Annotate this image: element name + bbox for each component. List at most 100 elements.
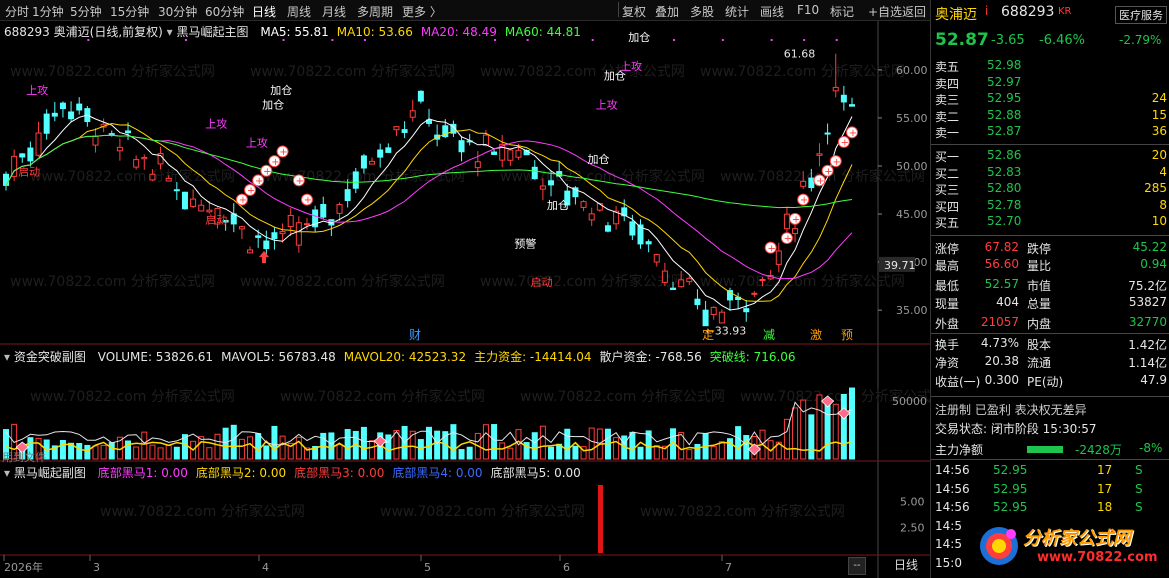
asks-level-row[interactable]: 卖五 52.98 [935, 58, 1167, 75]
watermark-text: www.70822.com 分析家公式网 [30, 168, 235, 185]
candle-body [645, 241, 652, 245]
chart-svg[interactable]: www.70822.com 分析家公式网 www.70822.com 分析家公式网… [0, 21, 930, 578]
quote-title: 奥浦迈 i 688293 KR 医疗服务 [935, 4, 1167, 24]
event-flag[interactable]: 激 [810, 328, 822, 342]
quote-stock-code: 688293 [1001, 4, 1055, 20]
event-flag[interactable]: 财 [409, 328, 421, 342]
price-tick-label: 55.00 [896, 112, 928, 125]
tick-row[interactable]: 14:56 52.95 17 S [935, 463, 1167, 480]
asks-level-row[interactable]: 卖一 52.87 36 [935, 124, 1167, 141]
chart-area[interactable]: www.70822.com 分析家公式网 www.70822.com 分析家公式网… [0, 21, 930, 578]
formula-dropdown-icon[interactable]: ▾ [4, 350, 10, 364]
volume-bar [92, 445, 99, 460]
candle-body [417, 90, 424, 102]
period-tab[interactable]: 日线 [252, 3, 276, 20]
period-tab[interactable]: 5分钟 [70, 3, 102, 20]
bids-level-row[interactable]: 买二 52.83 4 [935, 165, 1167, 182]
formula-dropdown-icon[interactable]: ▾ [167, 25, 173, 39]
volume-bar [840, 394, 847, 460]
candle-body [653, 253, 660, 263]
candle-body [263, 240, 270, 250]
period-tab[interactable]: 30分钟 [158, 3, 197, 20]
toolbar-action-button[interactable]: 标记 [830, 3, 854, 20]
volume-bar [230, 424, 237, 460]
toolbar-action-button[interactable]: 多股 [690, 3, 714, 20]
sub1-formula-name[interactable]: 资金突破副图 [14, 350, 86, 364]
stat-value: 52.57 [984, 277, 1019, 291]
event-flag[interactable]: 定 [702, 327, 714, 342]
candle-body [808, 177, 815, 189]
ma-line-20 [5, 134, 853, 280]
bids-level-row[interactable]: 买一 52.86 20 [935, 148, 1167, 165]
toolbar-action-button[interactable]: 画线 [760, 3, 784, 20]
period-button[interactable]: 日线 [884, 557, 928, 573]
toolbar-action-button[interactable]: +自选 [868, 3, 902, 20]
info-icon[interactable]: i [985, 4, 988, 18]
bids-level-row[interactable]: 买四 52.78 8 [935, 198, 1167, 215]
asks-level-row[interactable]: 卖三 52.95 24 [935, 91, 1167, 108]
candle-body [515, 149, 522, 158]
period-tab[interactable]: 多周期 [357, 3, 393, 20]
bids-level-label: 买一 [935, 150, 960, 164]
period-tab[interactable]: 周线 [287, 3, 311, 20]
toolbar-action-button[interactable]: 返回 [902, 3, 926, 20]
sub2-legend-item: 底部黑马4: 0.00 [392, 466, 483, 480]
watermark-text: www.70822.com 分析家公式网 [480, 63, 685, 80]
asks-level-row[interactable]: 卖二 52.88 15 [935, 108, 1167, 125]
sector-button[interactable]: 医疗服务 [1115, 6, 1167, 24]
volume-bar [360, 426, 367, 460]
candle-body [141, 156, 148, 160]
watermark-text: www.70822.com 分析家公式网 [240, 273, 445, 290]
period-tab[interactable]: 月线 [322, 3, 346, 20]
time-axis-label: 6 [563, 561, 570, 574]
candle-body [51, 112, 58, 117]
stat-value: 32770 [1128, 315, 1167, 329]
main-flow-bar [1027, 446, 1063, 453]
stat-value: 75.2亿 [1128, 279, 1167, 293]
volume-bar [214, 433, 221, 460]
volume-bar [482, 424, 489, 460]
buy-point-icon: + [833, 157, 841, 168]
toolbar-action-button[interactable]: 叠加 [655, 3, 679, 20]
watermark-text: www.70822.com 分析家公式网 [480, 273, 685, 290]
period-tab[interactable]: 更多 〉 [402, 3, 442, 20]
asks-level-volume: 36 [1151, 124, 1167, 138]
bids-level-price: 52.70 [987, 214, 1022, 228]
event-flag[interactable]: 减 [763, 328, 775, 342]
logo-url: www.70822.com [1037, 550, 1158, 565]
asks-level-row[interactable]: 卖四 52.97 [935, 75, 1167, 92]
zoom-out-button[interactable]: -- [848, 557, 866, 575]
stat-value: 56.60 [984, 257, 1019, 271]
stat-label: 内盘 [1027, 317, 1052, 331]
candle-body [539, 185, 546, 190]
tick-row[interactable]: 14:56 52.95 17 S [935, 482, 1167, 499]
bids-level-volume: 10 [1151, 214, 1167, 228]
stat-label: 跌停 [1027, 242, 1052, 256]
bids-level-volume: 20 [1151, 148, 1167, 162]
volume-bar [718, 441, 725, 460]
buy-point-icon: + [239, 195, 247, 206]
volume-bar [450, 424, 457, 460]
volume-bar [108, 442, 115, 460]
stat-row: 现量 404 总量 53827 [935, 295, 1167, 312]
volume-bar [434, 430, 441, 460]
tick-time: 14:56 [935, 500, 970, 514]
main-formula-name[interactable]: 黑马崛起主图 [177, 25, 249, 39]
toolbar-action-button[interactable]: 复权 [622, 3, 646, 20]
volume-bar [735, 426, 742, 460]
tick-row[interactable]: 14:56 52.95 18 S [935, 500, 1167, 517]
period-tab[interactable]: 分时 [5, 3, 29, 20]
formula-dropdown-icon[interactable]: ▾ [4, 466, 10, 480]
sub2-formula-name[interactable]: 黑马崛起副图 [14, 466, 86, 480]
bids-level-row[interactable]: 买五 52.70 10 [935, 214, 1167, 231]
stat-label: 外盘 [935, 317, 960, 331]
signal-label: 加仓 [547, 198, 569, 212]
period-tab[interactable]: 15分钟 [110, 3, 149, 20]
period-tab[interactable]: 60分钟 [205, 3, 244, 20]
event-flag[interactable]: 预 [841, 328, 853, 342]
toolbar-action-button[interactable]: 统计 [725, 3, 749, 20]
bids-level-row[interactable]: 买三 52.80 285 [935, 181, 1167, 198]
period-tab[interactable]: 1分钟 [32, 3, 64, 20]
toolbar-action-button[interactable]: F10 [797, 3, 819, 17]
candle-body [369, 160, 376, 165]
